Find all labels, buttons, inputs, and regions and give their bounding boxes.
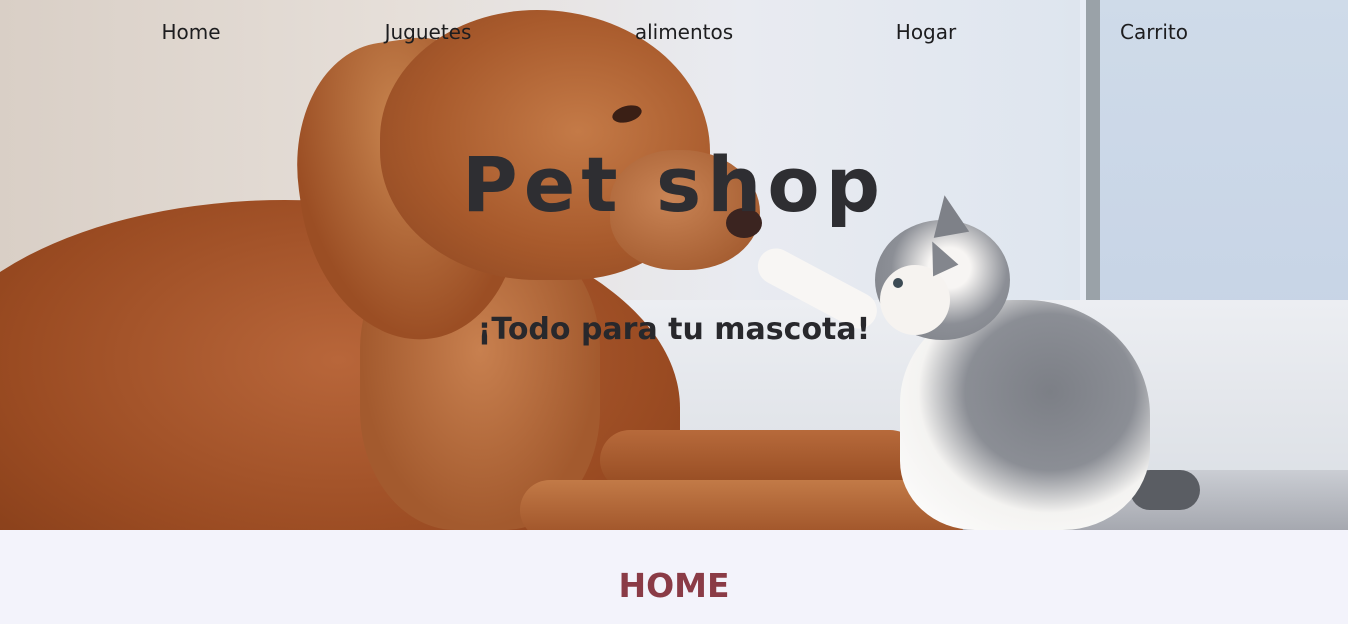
hero-banner: Home Juguetes alimentos Hogar Carrito Pe… [0, 0, 1348, 530]
nav-item-alimentos[interactable]: alimentos [635, 20, 733, 44]
main-nav: Home Juguetes alimentos Hogar Carrito [0, 0, 1348, 70]
hero-subtitle: ¡Todo para tu mascota! [477, 312, 871, 347]
nav-item-home[interactable]: Home [161, 20, 220, 44]
section-heading: HOME [618, 566, 730, 605]
nav-item-hogar[interactable]: Hogar [896, 20, 956, 44]
hero-title: Pet shop [462, 140, 886, 229]
nav-item-carrito[interactable]: Carrito [1120, 20, 1188, 44]
nav-item-juguetes[interactable]: Juguetes [385, 20, 472, 44]
